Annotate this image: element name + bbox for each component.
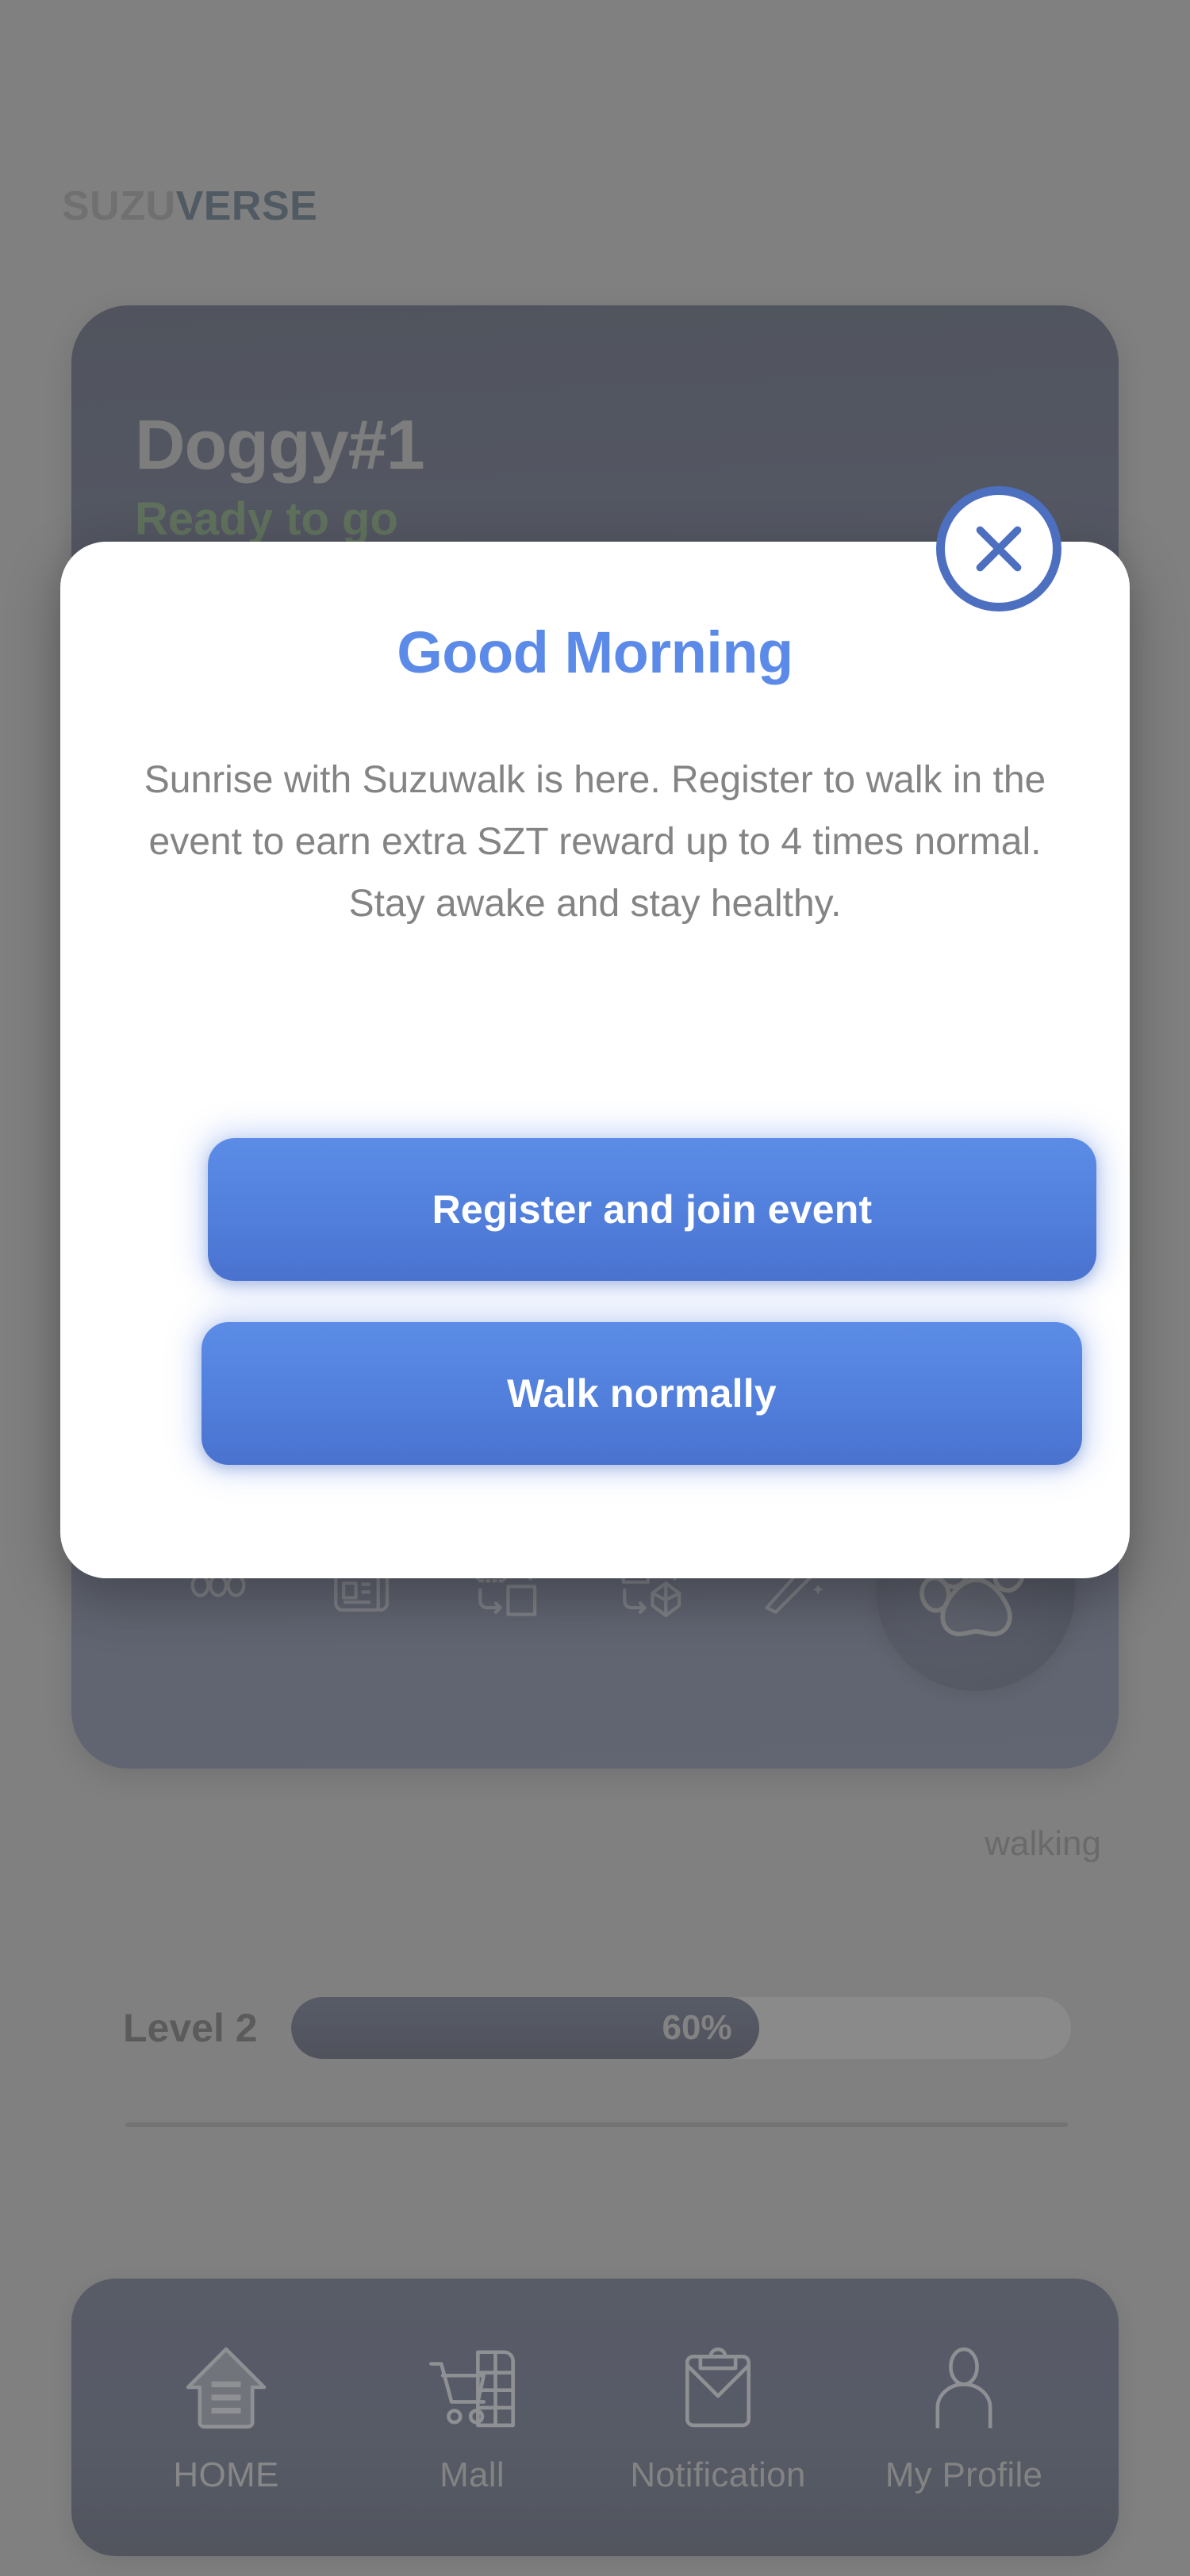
level-progress-track: 60% xyxy=(291,1997,1071,2059)
walking-action-label: walking xyxy=(985,1824,1101,1864)
nav-label-home: HOME xyxy=(173,2455,278,2495)
brand-logo-suzu: SUZU xyxy=(62,183,176,229)
nav-item-home[interactable]: HOME xyxy=(107,2340,345,2495)
level-label: Level 2 xyxy=(123,2005,258,2051)
mall-icon xyxy=(425,2340,519,2435)
profile-icon xyxy=(917,2340,1011,2435)
level-progress-fill: 60% xyxy=(291,1997,759,2059)
nav-item-mall[interactable]: Mall xyxy=(353,2340,591,2495)
nav-item-notification[interactable]: Notification xyxy=(599,2340,837,2495)
modal-title: Good Morning xyxy=(60,619,1130,686)
bottom-navigation: HOME Mall xyxy=(71,2279,1119,2556)
notification-icon xyxy=(671,2340,765,2435)
section-divider xyxy=(125,2122,1068,2127)
level-progress-row: Level 2 60% xyxy=(123,1995,1071,2061)
pet-status: Ready to go xyxy=(135,493,398,546)
home-icon xyxy=(179,2340,273,2435)
modal-body-text: Sunrise with Suzuwalk is here. Register … xyxy=(144,749,1046,936)
walk-normally-button[interactable]: Walk normally xyxy=(202,1322,1082,1465)
nav-label-notification: Notification xyxy=(630,2455,805,2495)
nav-label-mall: Mall xyxy=(440,2455,505,2495)
app-screen: SUZUVERSE Doggy#1 Ready to go Live Sunri… xyxy=(0,0,1190,2576)
brand-logo-verse: VERSE xyxy=(176,183,318,229)
nav-label-my-profile: My Profile xyxy=(885,2455,1043,2495)
close-icon[interactable] xyxy=(936,486,1061,611)
good-morning-modal: Good Morning Sunrise with Suzuwalk is he… xyxy=(60,542,1130,1578)
pet-name: Doggy#1 xyxy=(135,404,424,485)
nav-item-my-profile[interactable]: My Profile xyxy=(845,2340,1083,2495)
level-progress-percent: 60% xyxy=(662,2008,732,2048)
register-and-join-event-button[interactable]: Register and join event xyxy=(208,1138,1096,1281)
brand-logo: SUZUVERSE xyxy=(62,182,317,230)
